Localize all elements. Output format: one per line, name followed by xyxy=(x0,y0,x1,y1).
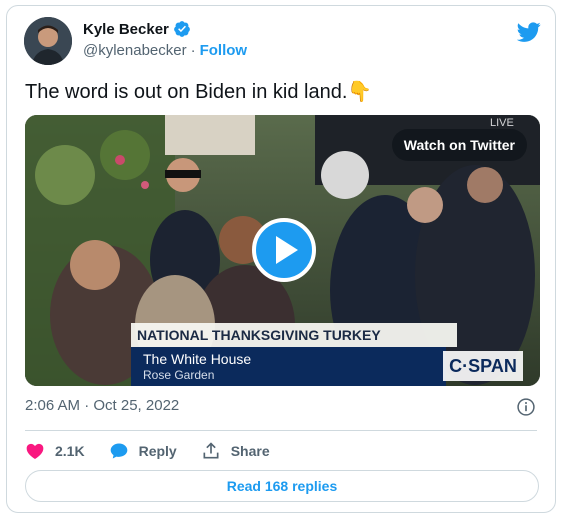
author-name[interactable]: Kyle Becker xyxy=(83,21,169,38)
play-icon xyxy=(276,236,298,264)
reply-bubble-icon xyxy=(110,443,127,459)
share-label: Share xyxy=(230,443,270,459)
share-icon xyxy=(203,442,219,459)
share-button[interactable]: Share xyxy=(201,441,270,461)
action-bar: 2.1K Reply Share xyxy=(25,436,294,466)
heart-icon xyxy=(26,443,44,459)
divider xyxy=(25,430,537,431)
verified-badge-icon xyxy=(174,21,190,37)
play-button[interactable] xyxy=(252,218,316,282)
tweet-card: Kyle Becker @kylenabecker · Follow The w… xyxy=(6,5,556,513)
avatar[interactable] xyxy=(24,17,72,65)
broadcast-banner-title: NATIONAL THANKSGIVING TURKEY PARDONING xyxy=(131,323,457,367)
follow-button[interactable]: Follow xyxy=(200,42,248,59)
reply-label: Reply xyxy=(138,443,177,459)
twitter-bird-icon[interactable] xyxy=(517,20,541,44)
like-count: 2.1K xyxy=(55,443,85,459)
author-name-row[interactable]: Kyle Becker xyxy=(83,20,191,38)
watch-on-twitter-button[interactable]: Watch on Twitter xyxy=(391,129,527,161)
broadcast-banner-location: The White House Rose Garden xyxy=(131,347,446,386)
banner-line-1: The White House xyxy=(143,351,252,367)
read-replies-button[interactable]: Read 168 replies xyxy=(25,470,539,502)
network-logo: C·SPAN xyxy=(443,351,523,381)
reply-button[interactable]: Reply xyxy=(109,441,177,461)
tweet-text: The word is out on Biden in kid land.👇 xyxy=(25,81,373,103)
author-handle[interactable]: @kylenabecker xyxy=(83,42,187,59)
info-icon[interactable] xyxy=(516,397,536,417)
like-button[interactable]: 2.1K xyxy=(25,441,85,461)
live-tag: LIVE xyxy=(490,117,514,129)
video-player[interactable]: LIVE Watch on Twitter NATIONAL THANKSGIV… xyxy=(25,115,540,386)
separator-dot: · xyxy=(190,42,196,59)
handle-row: @kylenabecker · Follow xyxy=(83,42,247,59)
banner-line-2: Rose Garden xyxy=(143,368,215,382)
tweet-timestamp[interactable]: 2:06 AM · Oct 25, 2022 xyxy=(25,397,179,414)
